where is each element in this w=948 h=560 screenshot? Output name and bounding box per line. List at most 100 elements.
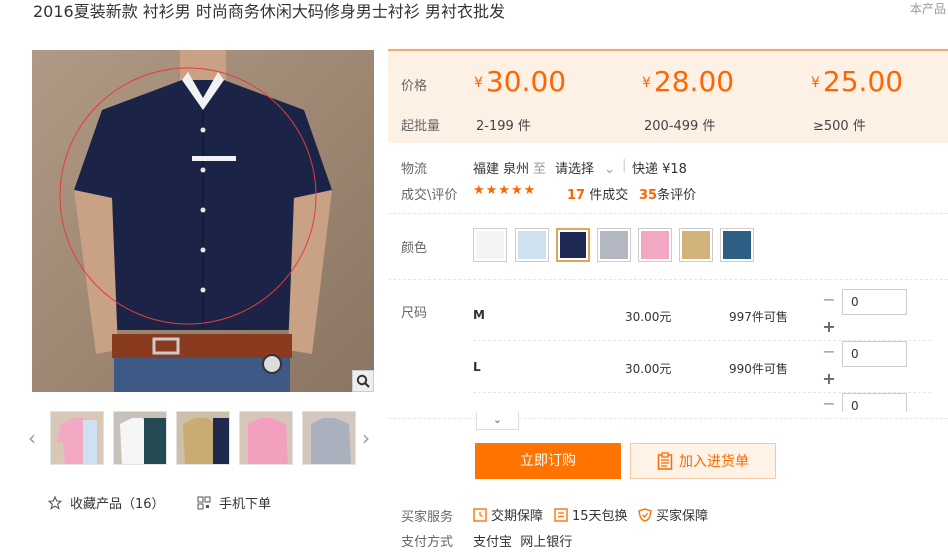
service-exchange[interactable]: 15天包换: [554, 505, 628, 524]
price-tier-3: ¥25.00: [811, 65, 903, 98]
size-m-name: M: [473, 308, 485, 322]
quantity-input-next[interactable]: [842, 393, 907, 412]
service-item-label: 买家保障: [656, 509, 709, 524]
swatch-pink-shirt: [641, 231, 669, 259]
thumbnail-2[interactable]: [113, 411, 167, 465]
favorite-link[interactable]: 收藏产品（16）: [48, 493, 165, 512]
divider: [388, 418, 948, 419]
swatch-pink[interactable]: [638, 228, 672, 262]
swatch-white-shirt: [476, 231, 504, 259]
shield-icon: [638, 507, 652, 522]
zoom-button[interactable]: [352, 370, 374, 392]
review-count-value: 35: [639, 188, 658, 203]
payment-methods: 支付宝 网上银行: [473, 535, 573, 550]
divider: [388, 279, 948, 280]
main-product-image[interactable]: [32, 50, 374, 392]
clock-shield-icon: [473, 507, 487, 522]
thumbnail-3-image: [177, 412, 229, 464]
chevron-right-icon[interactable]: ›: [362, 426, 370, 450]
add-to-cart-label: 加入进货单: [679, 454, 749, 470]
calendar-icon: [554, 507, 568, 522]
review-count[interactable]: 35条评价: [639, 184, 696, 203]
payment-label: 支付方式: [401, 535, 454, 550]
sold-count[interactable]: 17 件成交: [567, 184, 628, 203]
quantity-input-m[interactable]: [842, 289, 907, 315]
size-m-stock: 997件可售: [729, 310, 788, 324]
destination-select-label: 请选择: [555, 162, 595, 177]
service-item-label: 交期保障: [491, 509, 544, 524]
logistics-label: 物流: [401, 162, 428, 177]
thumbnail-5[interactable]: [302, 411, 356, 465]
swatch-khaki[interactable]: [679, 228, 713, 262]
swatch-white[interactable]: [473, 228, 507, 262]
plus-icon[interactable]: +: [818, 316, 840, 340]
expand-sizes-button[interactable]: ⌄: [476, 412, 519, 430]
quantity-stepper-m: − +: [818, 289, 907, 336]
qr-code-icon: [197, 496, 211, 509]
minus-icon[interactable]: −: [818, 289, 840, 313]
price-value: 30.00: [485, 65, 567, 98]
size-label: 尺码: [401, 306, 428, 321]
service-item-label: 15天包换: [572, 509, 628, 524]
service-delivery-guarantee[interactable]: 交期保障: [473, 505, 543, 524]
product-title: 2016夏装新款 衬衫男 时尚商务休闲大码修身男士衬衫 男衬衣批发: [33, 2, 505, 21]
swatch-navy[interactable]: [556, 228, 590, 262]
clipboard-icon: [657, 452, 673, 470]
thumbnail-2-image: [114, 412, 166, 464]
star-outline-icon: [48, 495, 62, 510]
size-l-price: 30.00元: [625, 362, 672, 376]
thumbnail-4[interactable]: [239, 411, 293, 465]
swatch-teal-blue-shirt: [723, 231, 751, 259]
price-box: 价格 起批量 ¥30.00 2-199 件 ¥28.00 200-499 件 ¥…: [388, 49, 948, 143]
swatch-grey[interactable]: [597, 228, 631, 262]
range-tier-2: 200-499 件: [644, 119, 716, 134]
color-label: 颜色: [401, 241, 428, 256]
thumbnail-1[interactable]: [50, 411, 104, 465]
service-buyer-protection[interactable]: 买家保障: [638, 505, 708, 524]
size-m-price: 30.00元: [625, 310, 672, 324]
divider: [388, 213, 948, 214]
plus-icon[interactable]: +: [818, 368, 840, 392]
destination-select[interactable]: 请选择 ⌄: [555, 158, 615, 177]
mobile-order-label: 手机下单: [219, 497, 272, 512]
swatch-light-blue[interactable]: [515, 228, 549, 262]
thumbnail-1-image: [51, 412, 103, 464]
review-count-label: 条评价: [657, 188, 697, 203]
to-text: 至: [533, 162, 547, 177]
quantity-stepper-next: −: [818, 393, 907, 412]
swatch-navy-shirt: [560, 232, 586, 258]
price-value: 28.00: [653, 65, 735, 98]
range-tier-1: 2-199 件: [476, 119, 531, 134]
swatch-grey-shirt: [600, 231, 628, 259]
corner-text: 本产品: [909, 2, 946, 16]
size-l-name: L: [473, 360, 481, 374]
separator: |: [622, 158, 627, 173]
range-tier-3: ≥500 件: [813, 119, 866, 134]
thumbnail-strip: ‹ ›: [28, 408, 378, 468]
magnifier-icon: [356, 374, 370, 388]
swatch-teal-blue[interactable]: [720, 228, 754, 262]
minus-icon[interactable]: −: [818, 341, 840, 365]
sold-count-value: 17: [567, 188, 586, 203]
buy-now-button[interactable]: 立即订购: [475, 443, 621, 479]
price-label: 价格: [401, 79, 428, 94]
price-value: 25.00: [822, 65, 904, 98]
thumbnail-5-image: [303, 412, 355, 464]
currency-symbol: ¥: [642, 75, 651, 91]
add-to-cart-button[interactable]: 加入进货单: [630, 443, 776, 479]
thumbnail-3[interactable]: [176, 411, 230, 465]
origin-text: 福建 泉州: [473, 162, 530, 177]
favorite-label: 收藏产品（16）: [70, 497, 165, 512]
currency-symbol: ¥: [811, 75, 820, 91]
chevron-down-icon: ⌄: [604, 162, 616, 177]
chevron-left-icon[interactable]: ‹: [28, 426, 36, 450]
price-tier-1: ¥30.00: [474, 65, 566, 98]
quantity-stepper-l: − +: [818, 341, 907, 388]
currency-symbol: ¥: [474, 75, 483, 91]
price-tier-2: ¥28.00: [642, 65, 734, 98]
shirt-illustration: [59, 50, 332, 392]
quantity-input-l[interactable]: [842, 341, 907, 367]
service-label: 买家服务: [401, 510, 454, 525]
mobile-order-link[interactable]: 手机下单: [197, 493, 271, 512]
minus-icon[interactable]: −: [818, 393, 840, 412]
